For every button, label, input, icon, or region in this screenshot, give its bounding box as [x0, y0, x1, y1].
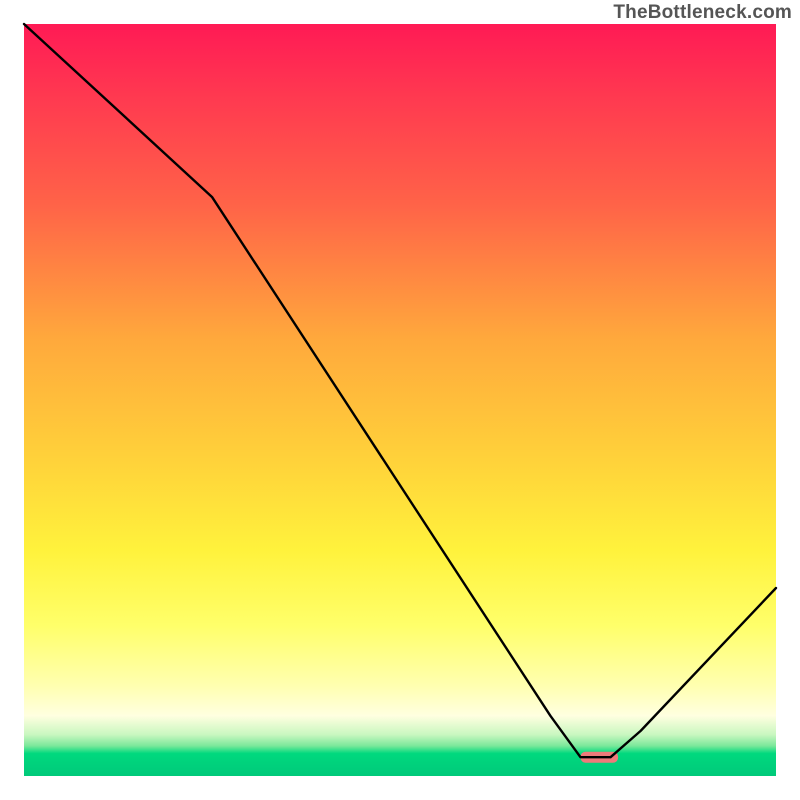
chart-frame: TheBottleneck.com [0, 0, 800, 800]
chart-overlay [0, 0, 800, 800]
bottleneck-curve [24, 24, 776, 757]
